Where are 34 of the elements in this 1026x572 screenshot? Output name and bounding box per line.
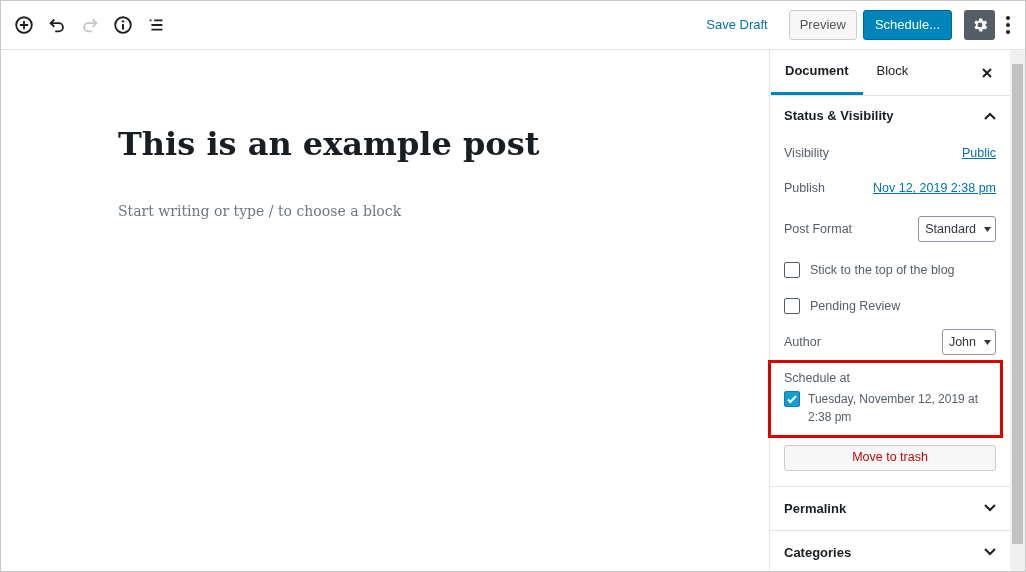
schedule-button[interactable]: Schedule... <box>862 10 952 40</box>
info-icon[interactable] <box>112 14 134 36</box>
checkbox[interactable] <box>784 390 800 407</box>
add-icon[interactable] <box>13 14 35 36</box>
panel-heading[interactable]: Status & Visibility <box>784 106 894 126</box>
select-dropdown[interactable]: Standard <box>918 216 996 242</box>
checkbox-label: Stick to the top of the blog <box>810 261 955 279</box>
save-draft-link[interactable]: Save Draft <box>706 15 768 35</box>
schedule-label: Schedule at <box>784 370 851 387</box>
select-dropdown[interactable]: John <box>941 329 996 355</box>
field-label: Post Format <box>784 220 853 238</box>
schedule-date: Tuesday, November 12, 2019 at 2:38 pm <box>808 390 980 426</box>
field-label: Author <box>784 333 821 351</box>
field-label: Visibility <box>784 145 829 163</box>
checkbox[interactable] <box>784 262 800 278</box>
caret-icon <box>984 339 991 345</box>
panel-heading[interactable]: Permalink <box>784 498 847 518</box>
checkbox[interactable] <box>784 298 800 314</box>
value-link[interactable]: Nov 12, 2019 2:38 pm <box>873 179 996 198</box>
checkbox-label: Pending Review <box>810 297 901 315</box>
move-to-trash-button[interactable]: Move to trash <box>784 444 996 471</box>
value-link[interactable]: Public <box>961 144 996 163</box>
block-placeholder[interactable]: Start writing or type / to choose a block <box>118 201 402 222</box>
post-title[interactable]: This is an example post <box>118 124 540 164</box>
sidebar-tab[interactable]: Document <box>771 50 863 95</box>
close-icon[interactable] <box>980 65 994 80</box>
settings-button[interactable] <box>964 10 995 40</box>
more-options-icon[interactable] <box>1003 14 1013 36</box>
panel-heading[interactable]: Categories <box>784 542 852 562</box>
preview-button[interactable]: Preview <box>788 10 857 40</box>
sidebar-tab[interactable]: Block <box>862 50 923 95</box>
caret-icon <box>984 226 991 232</box>
field-label: Publish <box>784 180 825 198</box>
scrollbar[interactable] <box>1010 50 1025 571</box>
